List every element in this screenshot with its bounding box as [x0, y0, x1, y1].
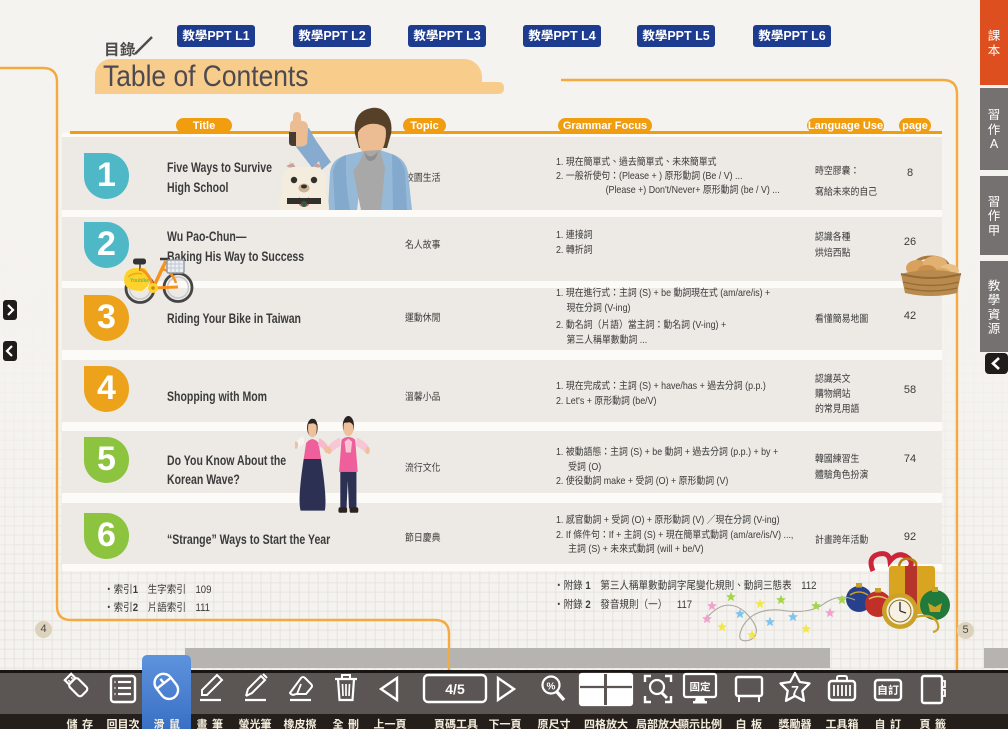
svg-text:自訂: 自訂 — [877, 682, 899, 698]
svg-text:7: 7 — [791, 683, 799, 699]
svg-text:%: % — [547, 682, 556, 693]
svg-text:固定: 固定 — [690, 680, 711, 695]
svg-text:4/5: 4/5 — [445, 681, 465, 697]
